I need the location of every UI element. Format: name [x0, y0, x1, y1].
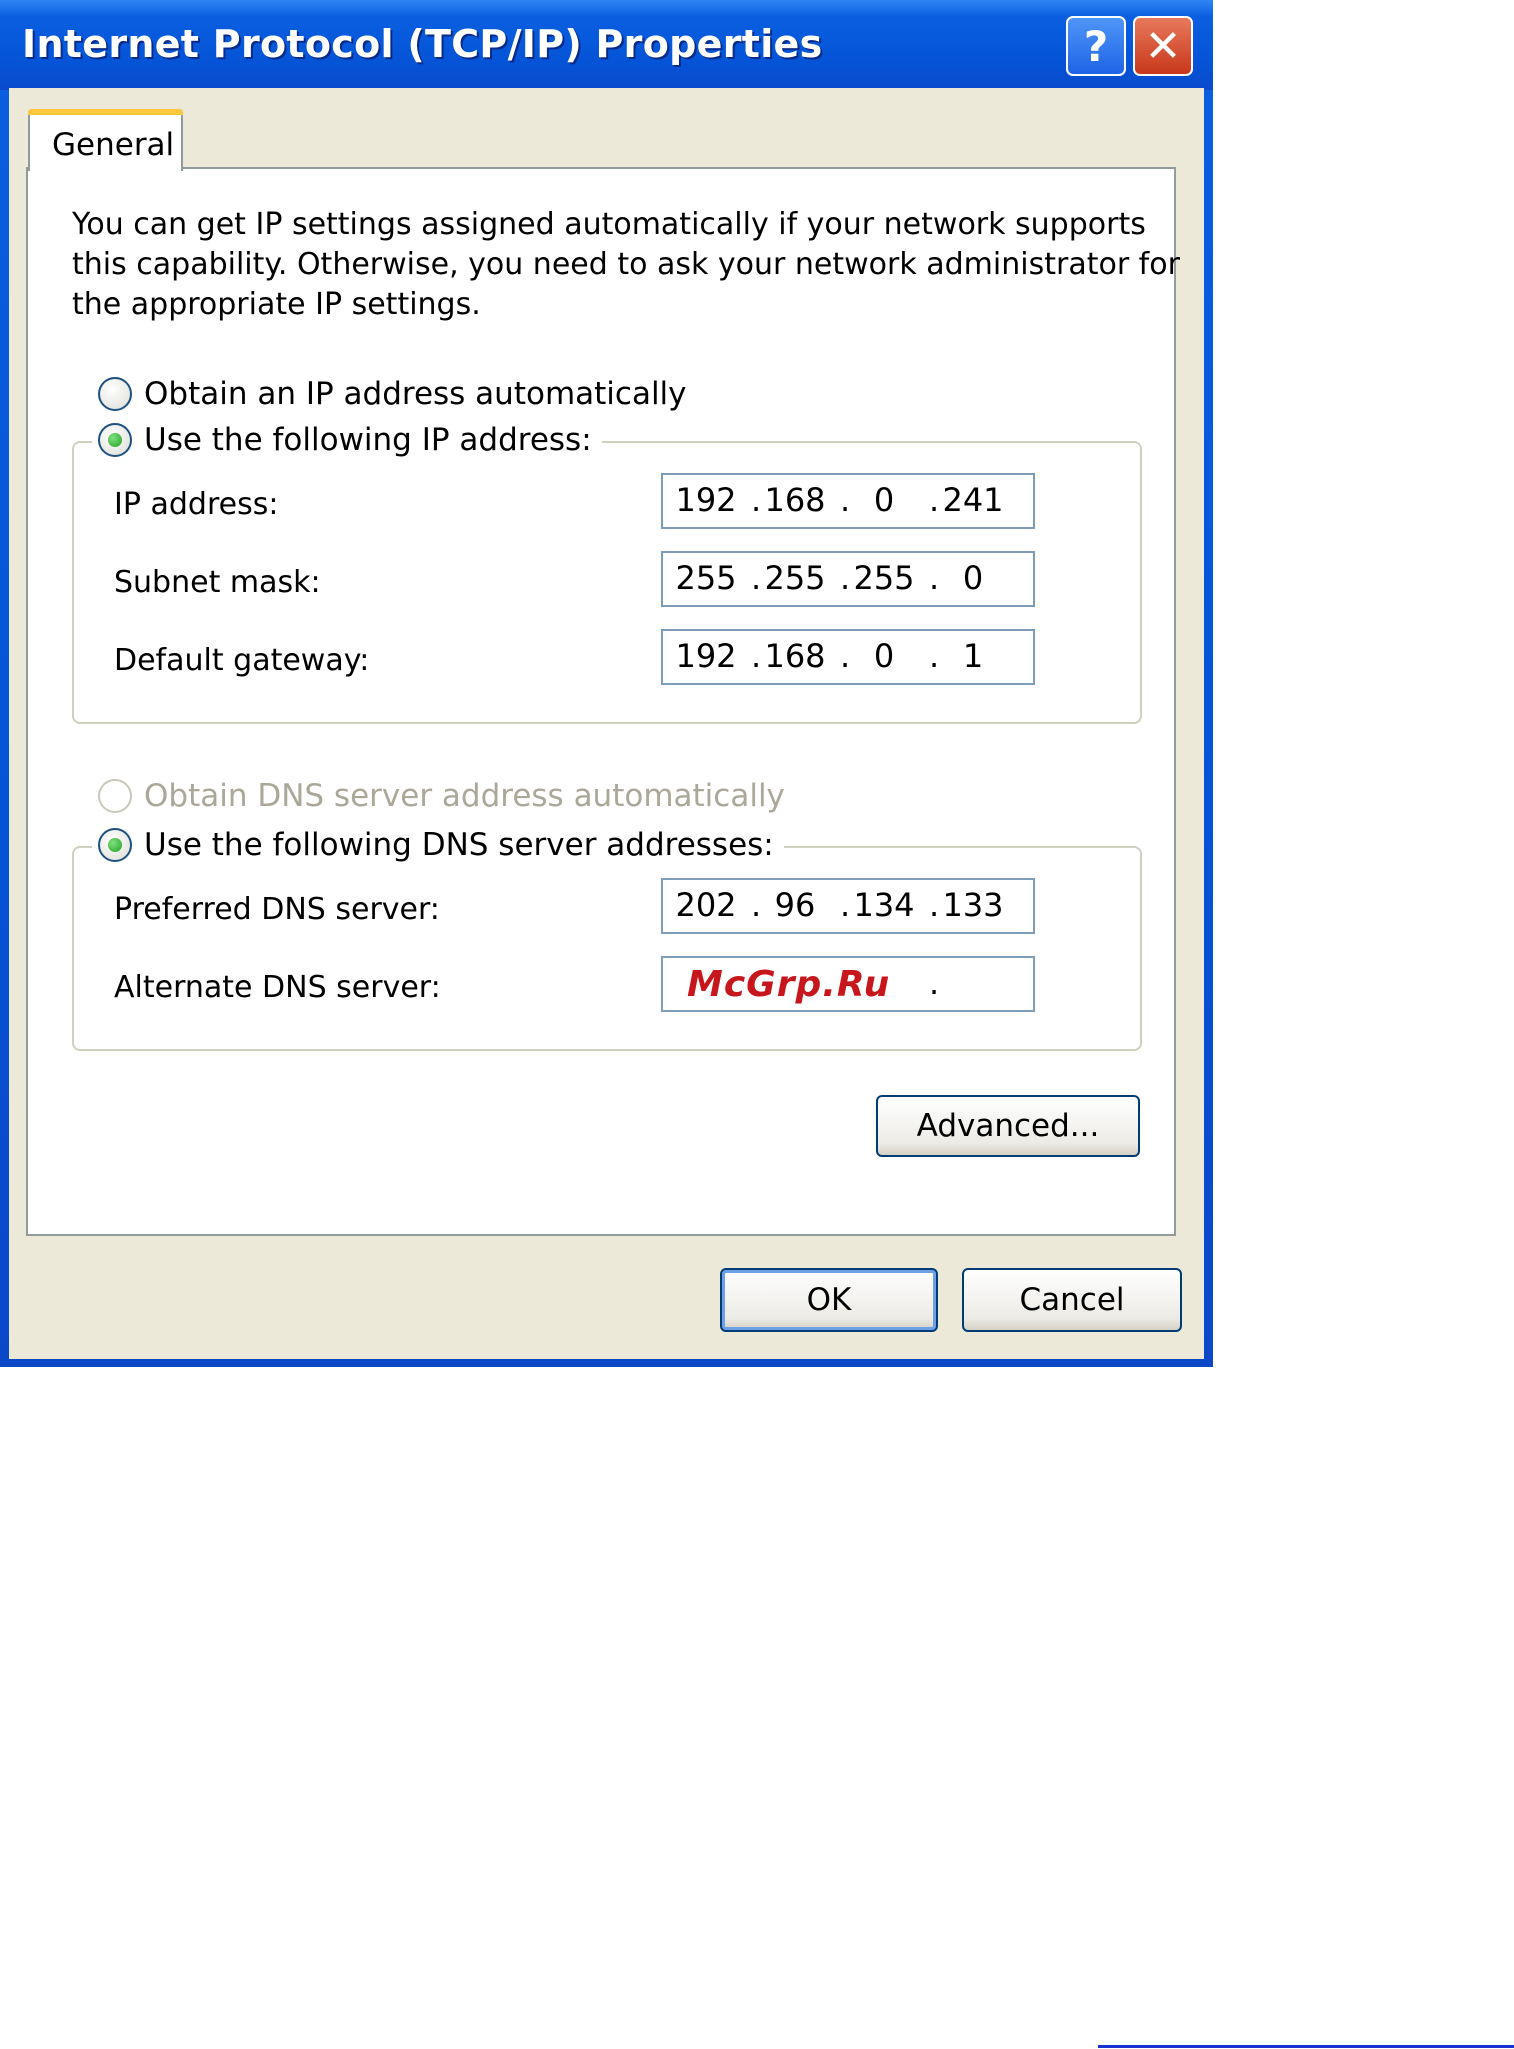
alternate-dns-input[interactable]: McGrp.Ru .	[661, 956, 1035, 1012]
ip-octet: 1	[962, 637, 984, 675]
intro-text: You can get IP settings assigned automat…	[72, 205, 1180, 325]
ip-octet: 134	[853, 886, 915, 924]
use-following-ip-label: Use the following IP address:	[144, 422, 592, 458]
title-bar[interactable]: Internet Protocol (TCP/IP) Properties ? …	[0, 0, 1213, 90]
default-gateway-input[interactable]: 192 . 168 . 0 . 1	[661, 629, 1035, 685]
preferred-dns-label: Preferred DNS server:	[114, 892, 440, 927]
ip-address-group: IP address: 192 . 168 . 0 . 241 Subnet m…	[72, 441, 1142, 724]
tcpip-properties-dialog: Internet Protocol (TCP/IP) Properties ? …	[0, 0, 1213, 1367]
intro-line: the appropriate IP settings.	[72, 287, 481, 322]
ok-button[interactable]: OK	[720, 1268, 938, 1332]
use-following-dns-option[interactable]: Use the following DNS server addresses:	[92, 827, 784, 863]
cancel-button[interactable]: Cancel	[962, 1268, 1182, 1332]
ip-octet: 0	[873, 481, 895, 519]
use-following-dns-label: Use the following DNS server addresses:	[144, 827, 774, 863]
ip-octet: 168	[764, 637, 826, 675]
ip-octet: 202	[675, 886, 737, 924]
obtain-dns-auto-radio[interactable]	[98, 779, 132, 813]
preferred-dns-input[interactable]: 202 . 96 . 134 . 133	[661, 878, 1035, 934]
obtain-dns-auto-option[interactable]: Obtain DNS server address automatically	[98, 778, 785, 814]
watermark-text: McGrp.Ru	[687, 964, 891, 1005]
ip-octet: 96	[774, 886, 816, 924]
alternate-dns-label: Alternate DNS server:	[114, 970, 441, 1005]
ip-octet: 255	[853, 559, 915, 597]
ip-octet: 192	[675, 637, 737, 675]
page-link-underline	[1098, 2045, 1514, 2048]
default-gateway-label: Default gateway:	[114, 643, 370, 678]
dialog-body: General You can get IP settings assigned…	[9, 88, 1204, 1359]
ip-octet: 0	[873, 637, 895, 675]
use-following-dns-radio[interactable]	[98, 828, 132, 862]
ip-octet: 241	[942, 481, 1004, 519]
obtain-dns-auto-label: Obtain DNS server address automatically	[144, 778, 785, 814]
ip-octet: 255	[675, 559, 737, 597]
obtain-ip-auto-radio[interactable]	[98, 377, 132, 411]
intro-line: You can get IP settings assigned automat…	[72, 207, 1146, 242]
close-icon: ✕	[1144, 20, 1182, 72]
ip-octet: 255	[764, 559, 826, 597]
use-following-ip-radio[interactable]	[98, 423, 132, 457]
obtain-ip-auto-label: Obtain an IP address automatically	[144, 376, 687, 412]
dns-server-group: Preferred DNS server: 202 . 96 . 134 . 1…	[72, 846, 1142, 1051]
ip-octet: 133	[942, 886, 1004, 924]
tab-general-label: General	[52, 127, 175, 163]
ip-octet: 0	[962, 559, 984, 597]
window-title: Internet Protocol (TCP/IP) Properties	[22, 22, 823, 66]
subnet-mask-label: Subnet mask:	[114, 565, 321, 600]
help-button[interactable]: ?	[1066, 16, 1126, 76]
ip-octet: 192	[675, 481, 737, 519]
help-icon: ?	[1083, 21, 1109, 71]
advanced-button[interactable]: Advanced...	[876, 1095, 1140, 1157]
intro-line: this capability. Otherwise, you need to …	[72, 247, 1180, 282]
ip-address-label: IP address:	[114, 487, 279, 522]
general-tab-panel: You can get IP settings assigned automat…	[26, 167, 1180, 1236]
subnet-mask-input[interactable]: 255 . 255 . 255 . 0	[661, 551, 1035, 607]
tab-general[interactable]: General	[28, 109, 183, 171]
use-following-ip-option[interactable]: Use the following IP address:	[92, 422, 602, 458]
close-button[interactable]: ✕	[1133, 16, 1193, 76]
obtain-ip-auto-option[interactable]: Obtain an IP address automatically	[98, 376, 687, 412]
ip-address-input[interactable]: 192 . 168 . 0 . 241	[661, 473, 1035, 529]
ip-octet: 168	[764, 481, 826, 519]
